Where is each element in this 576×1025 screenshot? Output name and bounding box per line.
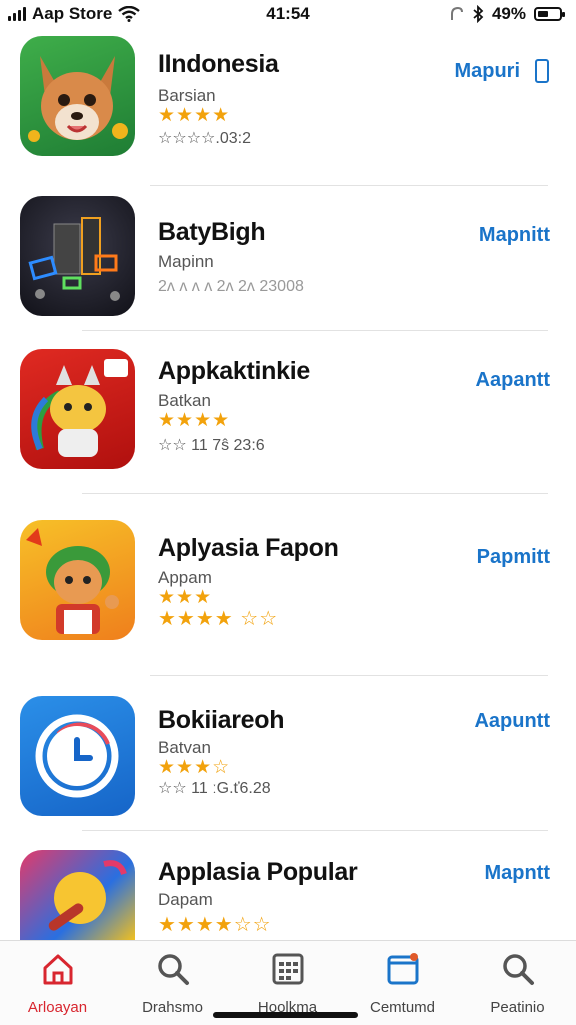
fox-icon[interactable] bbox=[20, 36, 135, 156]
list-item[interactable]: Appkaktinkie Batkan ★★★★ ☆☆ 11 7ŝ 23:6 A… bbox=[0, 349, 576, 499]
status-bar: Aap Store 41:54 49% bbox=[0, 0, 576, 30]
app-category: Mapinn bbox=[158, 252, 214, 271]
home-indicator[interactable] bbox=[213, 1012, 358, 1018]
rating-info: ☆☆☆☆.03:2 bbox=[158, 130, 251, 147]
app-category: Batvan bbox=[158, 738, 211, 757]
app-name: BatyBigh bbox=[158, 218, 266, 246]
get-button[interactable]: Papmitt bbox=[477, 546, 550, 569]
bluetooth-icon bbox=[473, 5, 484, 23]
search-icon bbox=[503, 954, 534, 985]
divider bbox=[82, 330, 548, 331]
app-name: Appkaktinkie bbox=[158, 357, 311, 385]
app-category: Dapam bbox=[158, 890, 213, 909]
battery-percent: 49% bbox=[491, 4, 526, 23]
app-category: Batkan bbox=[158, 391, 211, 410]
fox-girl-icon[interactable] bbox=[20, 520, 135, 640]
calendar-icon bbox=[272, 953, 304, 985]
rating-stars: ★★★★ bbox=[158, 105, 231, 126]
rating-info: ☆☆ 11 7ŝ 23:6 bbox=[158, 437, 265, 454]
rating-info: ★★★★ ☆☆ bbox=[158, 606, 278, 631]
rating-stars-secondary: ★★★★ ☆☆ bbox=[158, 608, 279, 630]
list-item[interactable]: Applasia Popular Dapam ★★★★☆☆ Mapntt bbox=[0, 850, 576, 940]
headphones-icon bbox=[450, 6, 463, 20]
app-category: Appam bbox=[158, 568, 212, 587]
status-bar-right: 49% bbox=[450, 4, 565, 24]
list-item[interactable]: Bokiiareoh Batvan ★★★☆ ☆☆ 11 ːG.ť6.28 Aa… bbox=[0, 696, 576, 846]
get-button[interactable]: Aapantt bbox=[476, 369, 550, 392]
app-name: Applasia Popular bbox=[158, 858, 358, 886]
tab-label: Peatinio bbox=[490, 999, 545, 1016]
app-name: Bokiiareoh bbox=[158, 706, 285, 734]
tab-label: Arloayan bbox=[27, 999, 88, 1016]
app-name: IIndonesia bbox=[158, 50, 279, 78]
tab-search-2[interactable]: Peatinio bbox=[460, 941, 575, 1025]
list-item[interactable]: Aplyasia Fapon Appam ★★★ ★★★★ ☆☆ Papmitt bbox=[0, 520, 576, 670]
battery-icon bbox=[534, 7, 565, 21]
app-name: Aplyasia Fapon bbox=[158, 534, 339, 562]
tab-label: Cemtumd bbox=[369, 999, 436, 1016]
list-item[interactable]: IIndonesia Barsian ★★★★ ☆☆☆☆.03:2 Mapuri bbox=[0, 36, 576, 186]
tab-window[interactable]: Cemtumd bbox=[345, 941, 460, 1025]
paint-icon[interactable] bbox=[20, 850, 135, 940]
search-icon bbox=[158, 954, 189, 985]
cat-mascot-icon[interactable] bbox=[20, 349, 135, 469]
rating-stars: ★★★★ bbox=[158, 410, 231, 431]
rating-info: ★★★★☆☆ bbox=[158, 912, 272, 937]
clock-icon[interactable] bbox=[20, 696, 135, 816]
home-icon bbox=[43, 954, 73, 985]
rating-info: 2ʌ ʌ ʌ ʌ 2ʌ 2ʌ 23008 bbox=[158, 278, 304, 295]
window-icon bbox=[387, 953, 419, 985]
app-category: Barsian bbox=[158, 86, 216, 105]
get-button[interactable]: Mapntt bbox=[484, 862, 550, 885]
divider bbox=[82, 493, 548, 494]
tab-home[interactable]: Arloayan bbox=[0, 941, 115, 1025]
divider bbox=[82, 830, 548, 831]
phone-icon bbox=[535, 59, 549, 83]
game-blocks-icon[interactable] bbox=[20, 196, 135, 316]
get-button[interactable]: Aapuntt bbox=[474, 710, 550, 733]
divider bbox=[150, 185, 548, 186]
rating-stars: ★★★★☆☆ bbox=[158, 914, 272, 936]
get-button[interactable]: Mapuri bbox=[454, 60, 520, 83]
get-button[interactable]: Mapnitt bbox=[479, 224, 550, 247]
rating-info: ☆☆ 11 ːG.ť6.28 bbox=[158, 780, 271, 797]
list-item[interactable]: BatyBigh Mapinn 2ʌ ʌ ʌ ʌ 2ʌ 2ʌ 23008 Map… bbox=[0, 196, 576, 346]
divider bbox=[150, 675, 548, 676]
rating-stars: ★★★☆ bbox=[158, 757, 231, 778]
